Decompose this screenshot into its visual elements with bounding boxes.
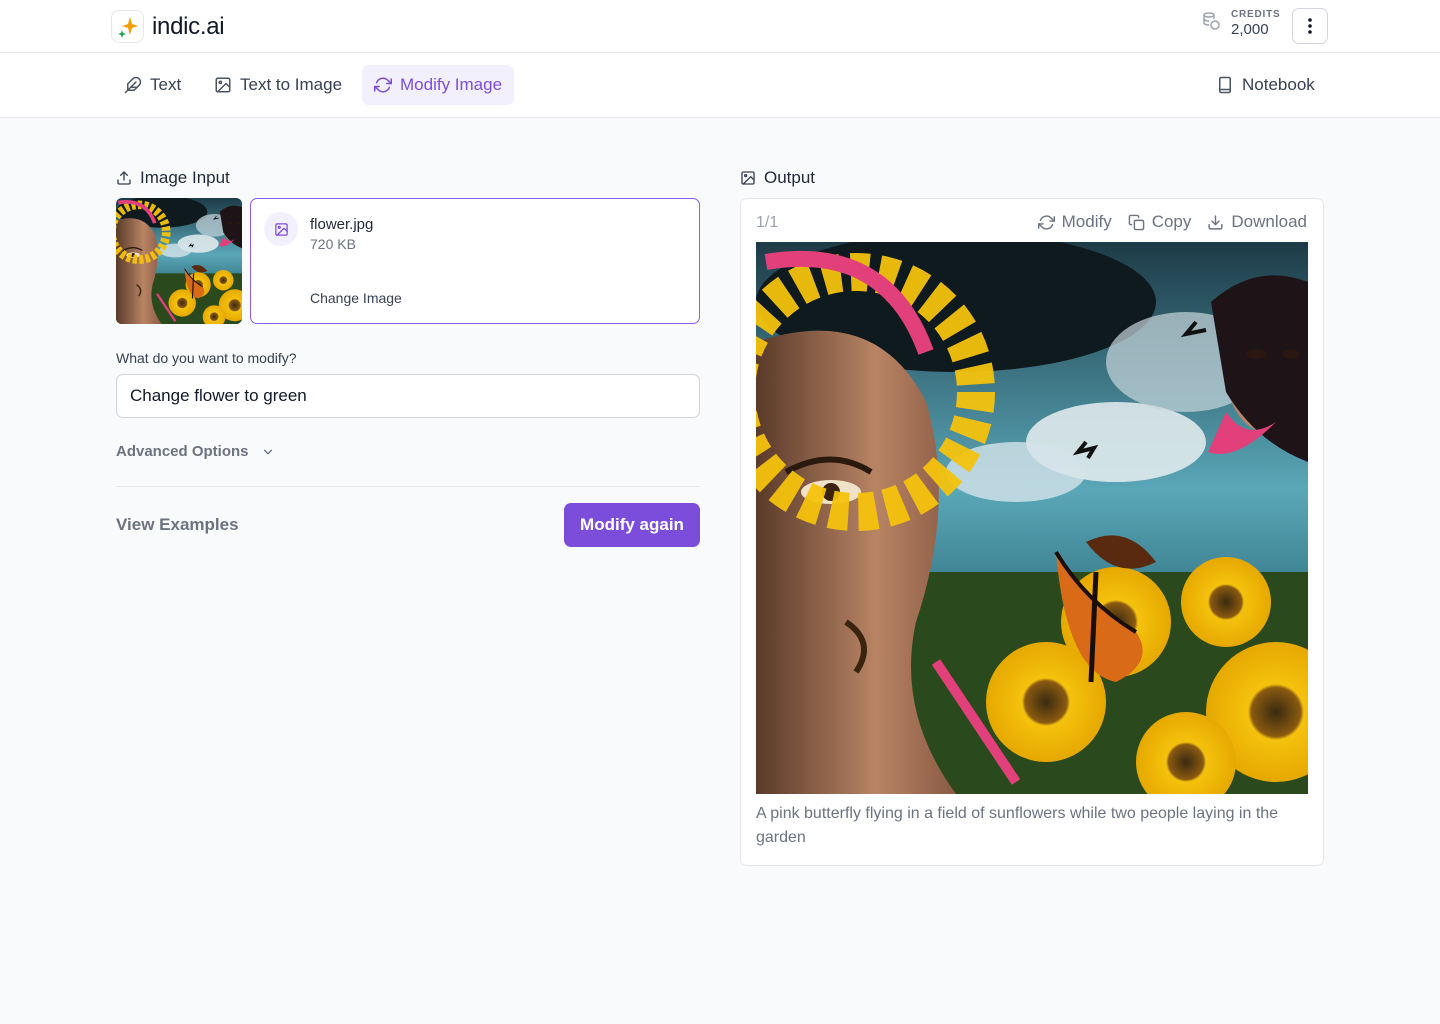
modify-label: Modify	[1061, 212, 1112, 231]
refresh-icon	[374, 77, 392, 93]
input-image-thumbnail[interactable]	[116, 198, 242, 324]
feather-icon	[124, 76, 142, 94]
download-label: Download	[1231, 212, 1307, 231]
upload-icon	[117, 171, 131, 185]
tab-modify-image[interactable]: Modify Image	[362, 65, 515, 105]
notebook-label: Notebook	[1242, 75, 1315, 94]
credits-label: CREDITS	[1231, 9, 1281, 20]
result-pager: 1/1	[756, 214, 779, 231]
output-card: 1/1 Modify Copy Download A pink butterfl…	[740, 198, 1324, 866]
generated-image[interactable]	[756, 242, 1308, 794]
advanced-options-label: Advanced Options	[116, 443, 249, 460]
copy-output-button[interactable]: Copy	[1128, 212, 1192, 232]
refresh-icon	[1037, 214, 1055, 230]
top-header: indic.ai CREDITS 2,000	[0, 0, 1440, 53]
brand-logo[interactable]: indic.ai	[111, 10, 225, 43]
credits-display: CREDITS 2,000	[1201, 9, 1281, 38]
brand-name: indic.ai	[152, 12, 225, 40]
book-icon	[1219, 76, 1231, 94]
view-examples-link[interactable]: View Examples	[116, 515, 239, 535]
tab-label: Text	[150, 75, 182, 94]
tab-text[interactable]: Text	[112, 65, 193, 105]
file-size: 720 KB	[310, 236, 356, 252]
sparkle-icon	[111, 10, 144, 43]
credits-value: 2,000	[1231, 21, 1269, 38]
output-caption: A pink butterfly flying in a field of su…	[756, 805, 1279, 846]
modify-prompt-input[interactable]	[116, 374, 700, 418]
prompt-label: What do you want to modify?	[116, 350, 297, 366]
modify-again-button[interactable]: Modify again	[564, 503, 700, 547]
image-input-heading: Image Input	[116, 168, 230, 188]
download-icon	[1208, 214, 1223, 230]
download-output-button[interactable]: Download	[1207, 212, 1307, 232]
tab-label: Modify Image	[400, 75, 503, 94]
image-input-title: Image Input	[140, 168, 230, 187]
advanced-options-toggle[interactable]: Advanced Options	[116, 443, 275, 460]
file-name: flower.jpg	[310, 216, 374, 233]
chevron-down-icon	[263, 449, 272, 454]
tab-text-to-image[interactable]: Text to Image	[202, 65, 354, 105]
mode-tab-bar: Text Text to Image Modify Image Notebook	[0, 53, 1440, 118]
output-heading: Output	[740, 168, 815, 188]
image-file-icon	[264, 212, 298, 246]
image-icon	[741, 171, 755, 185]
file-upload-card[interactable]: flower.jpg 720 KB Change Image	[250, 198, 700, 324]
more-menu-button[interactable]	[1292, 8, 1328, 44]
divider	[116, 486, 700, 487]
tab-label: Text to Image	[240, 75, 343, 94]
image-icon	[215, 77, 231, 93]
modify-output-button[interactable]: Modify	[1037, 212, 1112, 232]
copy-label: Copy	[1151, 212, 1192, 231]
output-actions: Modify Copy Download	[1037, 212, 1307, 232]
output-title: Output	[764, 168, 816, 187]
more-vertical-icon	[1308, 18, 1312, 34]
change-image-link[interactable]: Change Image	[310, 290, 402, 306]
coins-icon	[1201, 11, 1221, 36]
notebook-link[interactable]: Notebook	[1204, 65, 1327, 105]
copy-icon	[1128, 214, 1144, 230]
